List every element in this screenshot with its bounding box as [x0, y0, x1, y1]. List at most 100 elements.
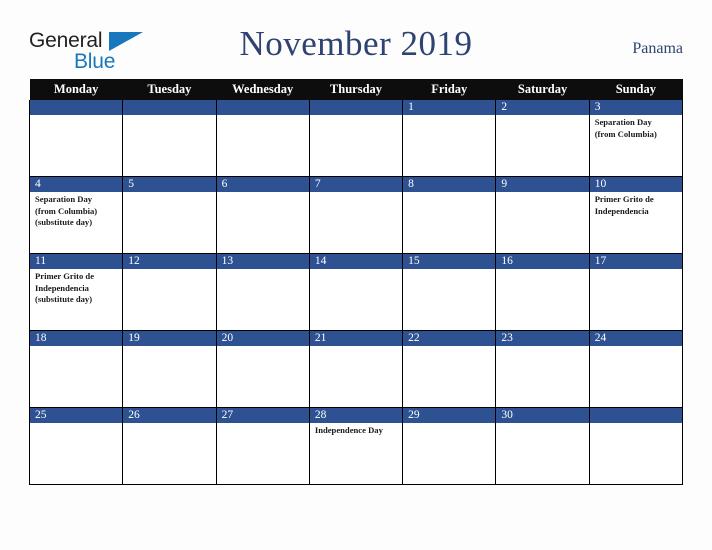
event-text: (from Columbia): [35, 205, 98, 216]
calendar-day-cell-empty: [308, 100, 404, 177]
calendar-day-cell-17[interactable]: 17: [588, 253, 684, 331]
calendar-day-cell-22[interactable]: 22: [402, 330, 497, 408]
calendar-day-cell-12[interactable]: 12: [122, 253, 217, 331]
weekday-header-saturday: Saturday: [495, 79, 590, 100]
event-text: Primer Grito de: [594, 194, 654, 204]
weekday-header-friday: Friday: [402, 79, 496, 100]
day-number: 12: [123, 254, 216, 269]
calendar-week-row: 11 Primer Grito de Independencia (substitut…: [28, 253, 684, 331]
calendar-day-cell-9[interactable]: 9: [495, 176, 590, 254]
weekday-header-thursday: Thursday: [309, 79, 403, 100]
calendar-day-cell-2[interactable]: 2: [495, 100, 590, 177]
calendar-day-cell-4[interactable]: 4 Separation Day (from Columbia) (substitut…: [28, 176, 124, 254]
calendar-week-row: 4 Separation Day (from Columbia) (substitut…: [28, 176, 684, 254]
calendar-day-cell-8[interactable]: 8: [402, 176, 497, 254]
day-number: 4: [30, 177, 123, 192]
day-number: 15: [403, 254, 496, 269]
day-number: 26: [123, 408, 216, 423]
day-number: 28: [309, 408, 403, 423]
calendar-grid: Monday Tuesday Wednesday Thursday Friday Satu…: [28, 79, 684, 485]
calendar-day-cell-empty: [215, 100, 310, 177]
calendar-day-cell-6[interactable]: 6: [215, 176, 310, 254]
event-text: Separation Day: [594, 117, 652, 127]
day-number: 5: [123, 177, 216, 192]
event-text: (from Columbia): [594, 128, 657, 139]
day-number: 27: [216, 408, 309, 423]
day-number: 21: [309, 331, 403, 346]
calendar-day-cell-18[interactable]: 18: [28, 330, 124, 408]
calendar-day-cell-14[interactable]: 14: [308, 253, 404, 331]
day-number: [123, 100, 216, 115]
calendar-day-cell-23[interactable]: 23: [495, 330, 590, 408]
page-title: November 2019: [239, 24, 473, 63]
calendar-day-cell-5[interactable]: 5: [122, 176, 217, 254]
event-text: (substitute day): [35, 217, 93, 227]
calendar-day-cell-25[interactable]: 25: [28, 407, 124, 485]
calendar-day-cell-empty: [122, 100, 217, 177]
day-number: 3: [589, 100, 682, 115]
day-number: 29: [403, 408, 496, 423]
calendar-day-cell-24[interactable]: 24: [588, 330, 684, 408]
page-header: General Blue November 2019 Panama: [29, 22, 683, 74]
day-number: [30, 100, 123, 115]
day-events: Primer Grito de Independencia: [590, 192, 682, 217]
calendar-day-cell-21[interactable]: 21: [308, 330, 404, 408]
calendar-day-cell-28[interactable]: 28 Independence Day: [308, 407, 404, 485]
day-number: 2: [496, 100, 589, 115]
calendar-day-cell-1[interactable]: 1: [402, 100, 497, 177]
day-number: 9: [496, 177, 589, 192]
day-events: Separation Day (from Columbia): [590, 115, 682, 140]
calendar-day-cell-11[interactable]: 11 Primer Grito de Independencia (substitut…: [28, 253, 124, 331]
calendar-day-cell-19[interactable]: 19: [122, 330, 217, 408]
day-number: 25: [30, 408, 123, 423]
calendar-day-cell-16[interactable]: 16: [495, 253, 590, 331]
calendar-day-cell-26[interactable]: 26: [122, 407, 217, 485]
calendar-day-cell-10[interactable]: 10 Primer Grito de Independencia: [588, 176, 684, 254]
calendar-week-row: 25 26 27 28 Independence Day 29 30: [28, 407, 684, 485]
calendar-day-cell-15[interactable]: 15: [402, 253, 497, 331]
day-number: 19: [123, 331, 216, 346]
calendar-day-cell-13[interactable]: 13: [215, 253, 310, 331]
day-number: 10: [589, 177, 682, 192]
event-text: Independencia: [594, 205, 649, 216]
day-number: [309, 100, 403, 115]
calendar-page: General Blue November 2019 Panama Monday…: [0, 0, 712, 550]
weekday-header-tuesday: Tuesday: [122, 79, 217, 100]
day-number: 1: [403, 100, 496, 115]
calendar-day-cell-27[interactable]: 27: [215, 407, 310, 485]
weekday-header-monday: Monday: [29, 79, 123, 100]
calendar-day-cell-7[interactable]: 7: [308, 176, 404, 254]
day-number: 22: [403, 331, 496, 346]
calendar-week-row: 1 2 3 Separation Day (from Columbia): [28, 100, 684, 177]
day-number: 6: [216, 177, 309, 192]
day-number: 7: [309, 177, 403, 192]
calendar-day-cell-3[interactable]: 3 Separation Day (from Columbia): [588, 100, 684, 177]
calendar-day-cell-20[interactable]: 20: [215, 330, 310, 408]
day-number: 24: [589, 331, 682, 346]
day-events: Primer Grito de Independencia (substitute …: [30, 269, 122, 306]
weekday-header-sunday: Sunday: [589, 79, 683, 100]
event-text: Independence Day: [314, 425, 383, 435]
country-label: Panama: [632, 40, 683, 57]
day-number: 16: [496, 254, 589, 269]
day-number: 14: [309, 254, 403, 269]
event-text: Independencia: [35, 282, 89, 293]
weekday-header-row: Monday Tuesday Wednesday Thursday Friday Satu…: [29, 79, 683, 100]
day-number: 13: [216, 254, 309, 269]
day-number: [589, 408, 682, 423]
calendar-day-cell-30[interactable]: 30: [495, 407, 590, 485]
day-number: 8: [403, 177, 496, 192]
day-number: 11: [30, 254, 123, 269]
calendar-day-cell-empty: [28, 100, 124, 177]
weekday-header-wednesday: Wednesday: [216, 79, 310, 100]
day-number: 20: [216, 331, 309, 346]
day-events: Separation Day (from Columbia) (substitute…: [30, 192, 122, 229]
day-number: 23: [496, 331, 589, 346]
day-number: 30: [496, 408, 589, 423]
event-text: Separation Day: [35, 194, 93, 204]
day-number: 17: [589, 254, 682, 269]
calendar-day-cell-empty: [588, 407, 684, 485]
calendar-day-cell-29[interactable]: 29: [402, 407, 497, 485]
day-number: 18: [30, 331, 123, 346]
day-events: Independence Day: [310, 423, 402, 437]
